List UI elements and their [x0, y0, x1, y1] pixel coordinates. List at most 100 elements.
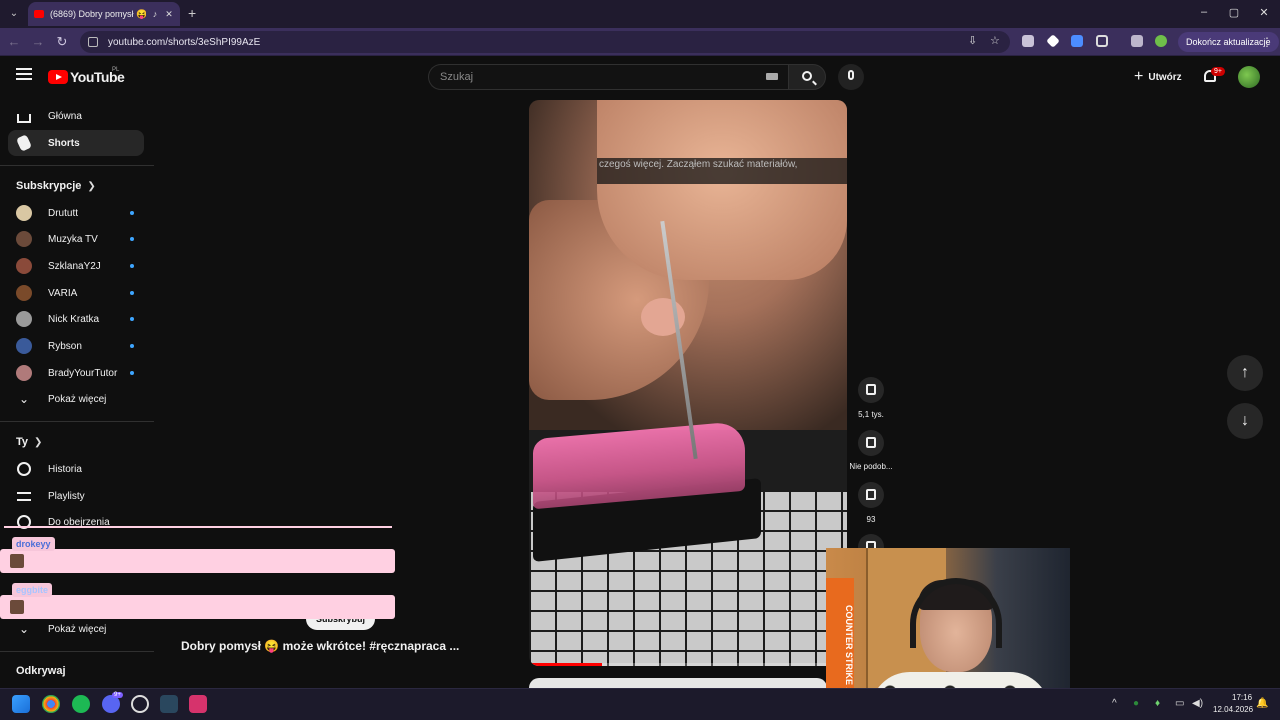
sidebar-item-watch-later[interactable]: Do obejrzenia	[8, 509, 144, 535]
subscription-item[interactable]: Muzyka TV	[8, 227, 144, 251]
show-more-you[interactable]: ⌄ Pokaż więcej	[8, 616, 144, 642]
close-window-icon[interactable]: ✕	[1256, 6, 1272, 19]
new-content-dot	[130, 237, 134, 241]
extensions-puzzle-icon[interactable]	[1096, 35, 1108, 47]
sidebar-item-history[interactable]: Historia	[8, 456, 144, 482]
profile-icon[interactable]	[1155, 35, 1167, 47]
subscription-item[interactable]: Drututt	[8, 201, 144, 225]
next-short-button[interactable]: ↓	[1227, 403, 1263, 439]
microphone-icon	[848, 70, 854, 80]
create-button[interactable]: + Utwórz	[1126, 64, 1190, 90]
browser-tab-active[interactable]: (6869) Dobry pomysł 😝 m ♪ ✕	[28, 2, 180, 26]
tab-title: (6869) Dobry pomysł 😝 m	[50, 8, 146, 19]
install-app-icon[interactable]: ⇩	[968, 34, 977, 47]
account-avatar[interactable]	[1238, 66, 1260, 88]
you-heading[interactable]: Ty ❯	[16, 436, 42, 448]
tab-close-icon[interactable]: ✕	[164, 9, 174, 20]
tab-search-icon[interactable]: ⌄	[6, 6, 22, 22]
comment-count: 93	[866, 515, 876, 524]
new-content-dot	[130, 344, 134, 348]
new-tab-button[interactable]: +	[188, 5, 196, 21]
microphone-tray-icon[interactable]: ♦	[1155, 698, 1160, 709]
search-icon	[802, 71, 812, 81]
address-bar[interactable]: youtube.com/shorts/3eShPI99AzE	[80, 31, 1010, 53]
channel-name: BradyYourTutor	[48, 367, 118, 379]
notification-center-icon[interactable]: 🔔	[1256, 698, 1268, 709]
like-button[interactable]	[858, 377, 884, 403]
voice-search-button[interactable]	[838, 64, 864, 90]
hand-image	[597, 100, 847, 280]
discord-badge: 9+	[112, 692, 123, 698]
plus-icon: +	[1134, 68, 1144, 85]
extension-diamond-icon[interactable]	[1046, 34, 1060, 48]
short-video-player[interactable]: czegoś więcej. Zacząłem szukać materiałó…	[529, 100, 847, 666]
clock-date[interactable]: 12.04.2026	[1213, 705, 1253, 714]
history-icon	[17, 462, 31, 476]
sidebar-item-home[interactable]: Główna	[8, 103, 144, 129]
hamburger-menu-icon[interactable]	[16, 68, 32, 82]
sidebar-divider	[0, 651, 154, 652]
show-more-subscriptions[interactable]: ⌄ Pokaż więcej	[8, 386, 144, 412]
search-input[interactable]: Szukaj	[428, 64, 788, 90]
chevron-down-icon: ⌄	[18, 392, 30, 406]
site-info-icon[interactable]	[88, 37, 98, 47]
tray-expand-icon[interactable]: ^	[1112, 698, 1117, 709]
chat-username: eggbite	[12, 583, 53, 597]
playlist-icon	[17, 491, 31, 501]
forward-icon[interactable]: →	[30, 34, 46, 49]
keyboard-icon[interactable]	[766, 73, 778, 80]
chrome-icon[interactable]	[42, 695, 60, 713]
tray-app-icon[interactable]: ●	[1133, 698, 1139, 709]
reload-icon[interactable]: ↻	[54, 34, 70, 50]
subscription-item[interactable]: Nick Kratka	[8, 307, 144, 331]
notification-badge: 9+	[1211, 67, 1225, 76]
previous-short-button[interactable]: ↑	[1227, 355, 1263, 391]
channel-avatar	[16, 338, 32, 354]
windows-start-icon[interactable]	[12, 695, 30, 713]
sidebar-item-shorts[interactable]: Shorts	[8, 130, 144, 156]
chat-avatar	[10, 600, 24, 614]
dislike-label: Nie podob...	[849, 462, 893, 471]
extension-icon[interactable]	[1022, 35, 1034, 47]
comment-icon	[866, 489, 876, 500]
channel-avatar	[16, 231, 32, 247]
reading-list-icon[interactable]	[1131, 35, 1143, 47]
subscription-item[interactable]: VARIA	[8, 281, 144, 305]
dislike-button[interactable]	[858, 430, 884, 456]
thumbs-up-icon	[866, 384, 876, 395]
comments-button[interactable]	[858, 482, 884, 508]
browser-menu-icon[interactable]: ⋮	[1261, 35, 1273, 49]
channel-avatar	[16, 205, 32, 221]
video-progress-bar[interactable]	[529, 663, 847, 666]
extension-audio-icon[interactable]	[1071, 35, 1083, 47]
bookmark-star-icon[interactable]: ☆	[990, 34, 1000, 47]
back-icon[interactable]: ←	[6, 34, 22, 49]
minimize-icon[interactable]: –	[1196, 6, 1212, 18]
app-icon[interactable]	[189, 695, 207, 713]
channel-avatar	[16, 365, 32, 381]
audio-icon[interactable]: ♪	[150, 9, 160, 19]
volume-icon[interactable]: ◀)	[1192, 698, 1203, 709]
clock-time[interactable]: 17:16	[1232, 693, 1252, 702]
subscriptions-heading[interactable]: Subskrypcje ❯	[16, 180, 96, 192]
subscription-item[interactable]: BradyYourTutor	[8, 361, 144, 385]
new-content-dot	[130, 264, 134, 268]
steam-icon[interactable]	[160, 695, 178, 713]
channel-avatar	[16, 311, 32, 327]
spotify-icon[interactable]	[72, 695, 90, 713]
subscription-item[interactable]: SzklanaY2J	[8, 254, 144, 278]
obs-icon[interactable]	[131, 695, 149, 713]
chat-message	[0, 595, 395, 619]
sidebar-item-label: Playlisty	[48, 490, 85, 502]
chevron-right-icon: ❯	[34, 436, 43, 448]
new-content-dot	[130, 291, 134, 295]
maximize-icon[interactable]: ▢	[1226, 6, 1242, 19]
search-button[interactable]	[788, 64, 826, 90]
chat-avatar	[10, 554, 24, 568]
sidebar-item-playlists[interactable]: Playlisty	[8, 483, 144, 509]
subscription-item[interactable]: Rybson	[8, 334, 144, 358]
short-title[interactable]: Dobry pomysł 😝 może wkrótce! #ręcznaprac…	[181, 639, 459, 653]
you-heading-label: Ty	[16, 436, 29, 448]
channel-name: SzklanaY2J	[48, 260, 101, 272]
network-icon[interactable]: ▭	[1175, 698, 1184, 709]
